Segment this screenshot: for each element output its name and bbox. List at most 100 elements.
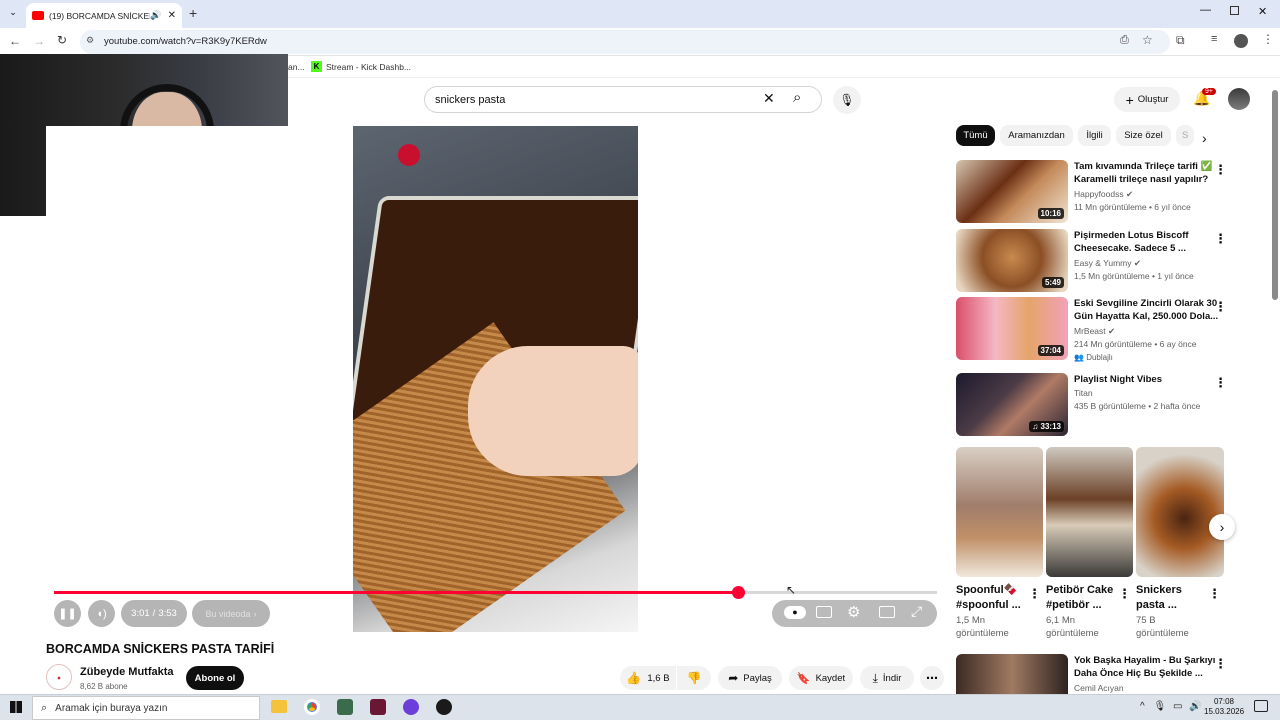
download-button[interactable]: ⤓ İndir xyxy=(860,666,914,690)
app-icon[interactable] xyxy=(403,699,419,715)
recommendation-item[interactable]: 5:49 Pişirmeden Lotus Biscoff Cheesecake… xyxy=(956,229,1227,293)
short-thumbnail[interactable] xyxy=(1046,447,1133,577)
miniplayer-icon[interactable] xyxy=(879,606,895,618)
recommendation-item[interactable]: 10:16 Tam kıvamında Trileçe tarifi ✅ Kar… xyxy=(956,160,1227,224)
more-vert-icon[interactable]: ⋮ xyxy=(1214,656,1226,672)
video-frame[interactable] xyxy=(353,126,638,632)
tab-audio-icon[interactable]: 🔊 xyxy=(150,10,161,21)
network-icon[interactable]: ▭ xyxy=(1173,701,1182,712)
recommendation-title[interactable]: Tam kıvamında Trileçe tarifi ✅ Karamelli… xyxy=(1074,160,1212,186)
install-app-icon[interactable]: ⎙ xyxy=(1120,34,1129,47)
back-icon[interactable]: ← xyxy=(9,34,21,48)
taskbar-search-box[interactable]: ⌕ Aramak için buraya yazın xyxy=(32,696,260,720)
new-tab-icon[interactable]: + xyxy=(189,5,197,21)
tab-close-icon[interactable]: ✕ xyxy=(168,10,176,21)
short-title[interactable]: Petibör Cake #petibör ... xyxy=(1046,583,1118,613)
minimize-icon[interactable]: — xyxy=(1200,4,1211,16)
recommendation-item[interactable]: ♫ 33:13 Playlist Night Vibes Titan 435 B… xyxy=(956,373,1227,437)
notifications-button[interactable]: 🔔 9+ xyxy=(1193,88,1216,108)
reload-icon[interactable]: ↻ xyxy=(57,33,67,47)
recommendation-title[interactable]: Yok Başka Hayalim - Bu Şarkıyı Daha Önce… xyxy=(1074,654,1215,680)
short-title[interactable]: Snickers pasta ... xyxy=(1136,583,1208,613)
filter-chip-from-search[interactable]: Aramanızdan xyxy=(1000,125,1073,146)
subscribe-button[interactable]: Abone ol xyxy=(186,666,244,690)
short-thumbnail[interactable] xyxy=(1136,447,1224,577)
fullscreen-icon[interactable]: ⤢ xyxy=(911,603,922,620)
more-vert-icon[interactable]: ⋮ xyxy=(1208,586,1221,602)
recommendation-thumbnail[interactable]: ♫ 33:13 xyxy=(956,373,1068,436)
more-vert-icon[interactable]: ⋮ xyxy=(1118,586,1131,602)
short-title[interactable]: Spoonful🍫 #spoonful ... xyxy=(956,583,1028,613)
clear-search-icon[interactable]: ✕ xyxy=(763,90,775,107)
bookmark-star-icon[interactable]: ☆ xyxy=(1142,33,1153,47)
file-explorer-icon[interactable] xyxy=(271,700,287,713)
recommendation-thumbnail[interactable]: 5:49 xyxy=(956,229,1068,292)
recommendation-thumbnail[interactable] xyxy=(956,654,1068,694)
filter-chip-for-you[interactable]: Size özel xyxy=(1116,125,1171,146)
more-vert-icon[interactable]: ⋮ xyxy=(1214,375,1227,391)
more-vert-icon[interactable]: ⋮ xyxy=(1214,231,1227,247)
filter-chip-more[interactable]: S xyxy=(1176,125,1194,146)
filters-next-icon[interactable]: › xyxy=(1202,130,1207,146)
chrome-icon[interactable] xyxy=(304,699,320,715)
dislike-button[interactable]: 👎 xyxy=(677,666,711,690)
recommendation-title[interactable]: Eski Sevgiline Zincirli Olarak 30 Gün Ha… xyxy=(1074,297,1218,323)
settings-gear-icon[interactable]: ⚙ xyxy=(847,603,860,621)
recommendation-item[interactable]: Yok Başka Hayalim - Bu Şarkıyı Daha Önce… xyxy=(956,654,1226,694)
progress-bar[interactable] xyxy=(54,586,937,599)
short-item[interactable]: Spoonful🍫 #spoonful ... ⋮ 1,5 Mn görüntü… xyxy=(956,447,1043,647)
filter-chip-related[interactable]: İlgili xyxy=(1078,125,1111,146)
recommendation-thumbnail[interactable]: 10:16 xyxy=(956,160,1068,223)
recommendation-thumbnail[interactable]: 37:04 xyxy=(956,297,1068,360)
voice-search-button[interactable]: 🎙 xyxy=(833,86,861,114)
media-control-icon[interactable]: ≡ xyxy=(1211,33,1217,45)
filter-chip-all[interactable]: Tümü xyxy=(956,125,995,146)
recommendation-channel[interactable]: Easy & Yummy ✔ xyxy=(1074,257,1141,270)
app-icon[interactable] xyxy=(337,699,353,715)
search-icon[interactable]: ⌕ xyxy=(793,89,801,106)
more-vert-icon[interactable]: ⋮ xyxy=(1028,586,1041,602)
restore-icon[interactable] xyxy=(1230,6,1239,15)
create-button[interactable]: + Oluştur xyxy=(1114,87,1180,112)
short-item[interactable]: Petibör Cake #petibör ... ⋮ 6,1 Mn görün… xyxy=(1046,447,1133,647)
close-window-icon[interactable]: ✕ xyxy=(1258,5,1267,18)
short-thumbnail[interactable] xyxy=(956,447,1043,577)
recommendation-item[interactable]: 37:04 Eski Sevgiline Zincirli Olarak 30 … xyxy=(956,297,1227,367)
bookmark-item[interactable]: Stream - Kick Dashb... xyxy=(326,62,411,72)
channel-avatar[interactable]: ◉ xyxy=(46,664,72,690)
recommendation-channel[interactable]: Titan xyxy=(1074,387,1093,400)
notification-center-icon[interactable] xyxy=(1254,700,1268,712)
recommendation-channel[interactable]: Happyfoodss ✔ xyxy=(1074,188,1133,201)
search-input[interactable] xyxy=(435,91,755,109)
account-avatar[interactable] xyxy=(1228,88,1250,110)
browser-tab-active[interactable]: (19) BORCAMDA SNİCKERS 🔊 ✕ xyxy=(26,3,182,28)
progress-scrubber[interactable] xyxy=(731,586,745,599)
windows-start-icon[interactable] xyxy=(10,701,22,713)
profile-avatar[interactable] xyxy=(1234,34,1248,48)
chapter-button[interactable]: Bu videoda › xyxy=(192,600,270,627)
forward-icon[interactable]: → xyxy=(33,34,45,48)
more-actions-button[interactable]: ⋯ xyxy=(920,666,944,690)
autoplay-toggle-icon[interactable]: ● xyxy=(784,606,806,619)
address-bar[interactable]: ⚙ youtube.com/watch?v=R3K9y7KERdw ⎙ ☆ xyxy=(80,30,1170,54)
more-vert-icon[interactable]: ⋮ xyxy=(1214,162,1227,178)
bookmark-item[interactable]: an... xyxy=(288,62,305,72)
taskbar-clock[interactable]: 07:08 15.03.2026 xyxy=(1204,697,1244,717)
microphone-icon[interactable]: 🎙 xyxy=(1153,701,1166,712)
short-item[interactable]: Snickers pasta ... ⋮ 75 B görüntüleme xyxy=(1136,447,1224,647)
site-info-icon[interactable]: ⚙ xyxy=(86,35,94,46)
like-button[interactable]: 👍 1,6 B xyxy=(620,666,676,690)
scrollbar-thumb[interactable] xyxy=(1272,90,1278,300)
volume-icon[interactable]: 🔊 xyxy=(1189,701,1201,712)
youtube-search-box[interactable]: ✕ ⌕ xyxy=(424,86,822,113)
browser-menu-icon[interactable]: ⋮ xyxy=(1262,32,1274,46)
subtitles-icon[interactable] xyxy=(816,606,832,618)
channel-name[interactable]: Zübeyde Mutfakta xyxy=(80,666,174,678)
share-button[interactable]: ➦ Paylaş xyxy=(718,666,782,690)
extensions-icon[interactable]: ⧉ xyxy=(1176,33,1185,48)
tab-search-dropdown-icon[interactable]: ⌄ xyxy=(6,7,20,21)
play-pause-button[interactable]: ❚❚ xyxy=(54,600,81,627)
recommendation-channel[interactable]: Cemil Acıyan xyxy=(1074,682,1124,694)
recommendation-channel[interactable]: MrBeast ✔ xyxy=(1074,325,1115,338)
more-vert-icon[interactable]: ⋮ xyxy=(1214,299,1227,315)
